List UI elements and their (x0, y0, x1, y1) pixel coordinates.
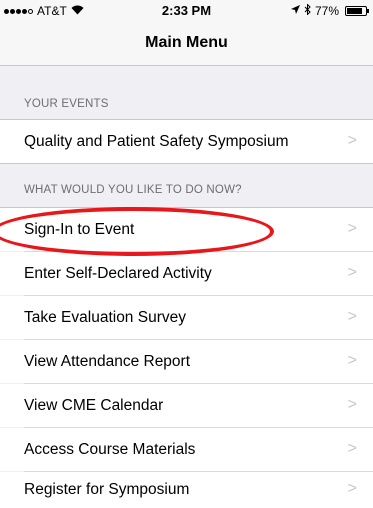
event-item-quality-symposium[interactable]: Quality and Patient Safety Symposium > (0, 120, 373, 163)
chevron-right-icon: > (347, 308, 357, 325)
section-header-your-events: YOUR EVENTS (24, 98, 109, 110)
menu-item-label: Register for Symposium (24, 481, 190, 498)
menu-item-cme-calendar[interactable]: View CME Calendar > (0, 384, 373, 427)
chevron-right-icon: > (347, 396, 357, 413)
status-right: 77% (290, 3, 369, 18)
chevron-right-icon: > (347, 440, 357, 457)
menu-item-label: Access Course Materials (24, 440, 196, 458)
menu-item-register-symposium[interactable]: Register for Symposium > (0, 472, 373, 508)
section-header-actions: WHAT WOULD YOU LIKE TO DO NOW? (24, 184, 242, 196)
menu-item-course-materials[interactable]: Access Course Materials > (0, 428, 373, 471)
highlight-annotation-ellipse (0, 207, 274, 256)
menu-item-label: View Attendance Report (24, 352, 191, 370)
nav-bar: Main Menu (0, 22, 373, 66)
bluetooth-icon (304, 3, 311, 18)
event-item-label: Quality and Patient Safety Symposium (24, 132, 289, 150)
menu-item-label: Take Evaluation Survey (24, 308, 186, 326)
chevron-right-icon: > (347, 132, 357, 149)
menu-item-attendance-report[interactable]: View Attendance Report > (0, 340, 373, 383)
chevron-right-icon: > (347, 264, 357, 281)
page-title: Main Menu (145, 34, 228, 51)
menu-item-label: View CME Calendar (24, 396, 164, 414)
menu-item-label: Enter Self-Declared Activity (24, 264, 212, 282)
chevron-right-icon: > (347, 352, 357, 369)
battery-icon (345, 6, 369, 16)
chevron-right-icon: > (347, 220, 357, 237)
menu-item-self-declared-activity[interactable]: Enter Self-Declared Activity > (0, 252, 373, 295)
battery-percent: 77% (314, 4, 339, 18)
location-arrow-icon (290, 5, 300, 17)
menu-item-evaluation-survey[interactable]: Take Evaluation Survey > (0, 296, 373, 339)
chevron-right-icon: > (347, 480, 357, 497)
status-bar: AT&T 2:33 PM 77% (0, 0, 373, 22)
